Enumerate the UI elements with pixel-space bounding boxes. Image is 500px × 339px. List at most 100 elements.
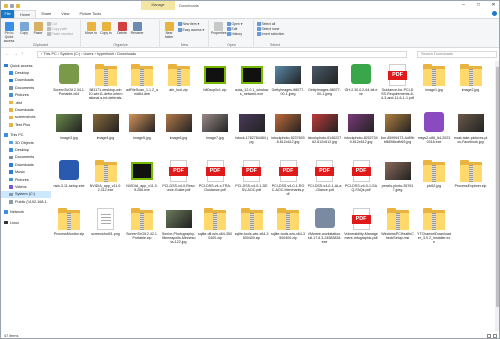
paste-button[interactable]: Paste: [31, 22, 45, 36]
nav-item[interactable]: Downloads: [1, 106, 51, 113]
vertical-scrollbar[interactable]: [495, 61, 499, 331]
properties-icon[interactable]: [10, 3, 14, 8]
nav-item[interactable]: Pictures: [1, 176, 51, 183]
file-item[interactable]: PDF PCI-DSS-v4-0-1-DESV-AOC.pdf: [235, 157, 269, 204]
file-item[interactable]: YTChannelDownloader_3.0.2_Installer.exe: [417, 205, 451, 252]
manage-context-tab[interactable]: Manage: [141, 1, 175, 10]
copy-path-button[interactable]: Copy path: [47, 27, 67, 31]
tab-picture-tools[interactable]: Picture Tools: [74, 10, 106, 18]
new-item-button[interactable]: New item ▾: [178, 22, 199, 26]
nav-item[interactable]: Quick access: [1, 62, 51, 69]
close-button[interactable]: ✕: [486, 1, 499, 10]
file-item[interactable]: image1.jpg: [417, 61, 451, 108]
file-item[interactable]: must-take-pictures-pics-Facebook.jpg: [454, 109, 488, 156]
search-input[interactable]: Search Downloads: [417, 50, 497, 58]
nav-item[interactable]: Videos: [1, 183, 51, 190]
forward-arrow-icon[interactable]: →: [13, 51, 18, 57]
nav-item[interactable]: Documents: [1, 154, 51, 161]
file-item[interactable]: VMware-workstation-full-17.6.3-24583834.…: [308, 205, 342, 252]
file-item[interactable]: PDF PCI-DSS-v4-x-TRA-Guidance.pdf: [198, 157, 232, 204]
file-item[interactable]: WindowsPCHealthCheckSetup.msi: [381, 205, 415, 252]
file-item[interactable]: image7.jpg: [198, 109, 232, 156]
move-to-button[interactable]: Move to: [84, 22, 98, 36]
history-button[interactable]: History: [227, 32, 242, 36]
easy-access-button[interactable]: Easy access ▾: [178, 28, 204, 32]
tab-file[interactable]: File: [1, 10, 14, 18]
edit-button[interactable]: Edit: [227, 27, 237, 31]
file-item[interactable]: ProcessExplorer.zip: [454, 157, 488, 204]
file-item[interactable]: 581171-desktop-win10-win11-defor-interna…: [89, 61, 123, 108]
large-icons-view-icon[interactable]: [493, 334, 497, 338]
nav-item[interactable]: Linux: [1, 219, 51, 226]
file-item[interactable]: istockphoto-614622762-612x612.jpg: [308, 109, 342, 156]
select-all-button[interactable]: Select all: [257, 22, 275, 26]
file-item[interactable]: GH-2.30.0.2-64-bit.exe: [344, 61, 378, 108]
file-item[interactable]: image4.jpg: [89, 109, 123, 156]
nav-item[interactable]: Documents: [1, 84, 51, 91]
file-item[interactable]: PDF PCI-DSS-v4-0-1-ROC-AOC-Merchants.pdf: [271, 157, 305, 204]
tab-view[interactable]: View: [56, 10, 74, 18]
details-view-icon[interactable]: [487, 334, 491, 338]
invert-selection-button[interactable]: Invert selection: [257, 32, 284, 36]
cut-button[interactable]: Cut: [47, 22, 57, 26]
file-item[interactable]: screenshot01.png: [89, 205, 123, 252]
delete-button[interactable]: Delete: [115, 22, 129, 36]
file-item[interactable]: istock-1782784484.jpg: [235, 109, 269, 156]
file-item[interactable]: ScreenToGif.2.42.1.Portable.zip: [125, 205, 159, 252]
file-item[interactable]: PDF PCI-DSS-v4-0-1-SAQ-FAQs.pdf: [344, 157, 378, 204]
file-item[interactable]: cuda_12.0.1_windows_network.exe: [235, 61, 269, 108]
copy-button[interactable]: Copy: [17, 22, 31, 36]
file-item[interactable]: afn_tool.zip: [162, 61, 196, 108]
rename-button[interactable]: Rename: [130, 22, 144, 36]
new-folder-button[interactable]: New folder: [162, 22, 176, 40]
file-item[interactable]: sqlite-tools-win-x64-3500400.zip: [235, 205, 269, 252]
new-folder-icon[interactable]: [16, 3, 20, 8]
file-item[interactable]: lion-85999473-4c89bbf6598ccfb69.jpg: [381, 109, 415, 156]
nav-item[interactable]: screenshots: [1, 114, 51, 121]
file-item[interactable]: PDF PCI-DSS-v4-0-1-At-a-Glance.pdf: [308, 157, 342, 204]
file-item[interactable]: ProcessMonitor.zip: [52, 205, 86, 252]
file-item[interactable]: PDF Guidance-for-PCI-DSS-Requirements-6-4…: [381, 61, 415, 108]
maximize-button[interactable]: □: [471, 1, 486, 10]
file-item[interactable]: msys2-x86_64-20230318.exe: [417, 109, 451, 156]
nav-item[interactable]: Downloads: [1, 77, 51, 84]
copy-to-button[interactable]: Copy to: [99, 22, 113, 36]
nav-item[interactable]: Public (\\192.168.1.: [1, 198, 51, 205]
folder-icon[interactable]: [4, 3, 8, 8]
file-item[interactable]: istockphoto-82527349-612x612.jpg: [344, 109, 378, 156]
tab-share[interactable]: Share: [36, 10, 56, 18]
nav-item[interactable]: Pictures: [1, 92, 51, 99]
nav-item[interactable]: Network: [1, 208, 51, 215]
minimize-button[interactable]: –: [456, 1, 471, 10]
nav-item[interactable]: Music: [1, 168, 51, 175]
file-item[interactable]: ScreenToGif.2.34.1.Portable.x64: [52, 61, 86, 108]
file-item[interactable]: image2.jpg: [454, 61, 488, 108]
file-item[interactable]: istockphoto-52376938-612x612.jpg: [271, 109, 305, 156]
file-item[interactable]: GettyImages-98077-00-1.jpeg: [271, 61, 305, 108]
properties-button[interactable]: Properties: [211, 22, 226, 36]
help-icon[interactable]: [492, 11, 497, 16]
open-button[interactable]: Open ▾: [227, 22, 242, 26]
file-item[interactable]: sqlite-dll-win-x64-3500400.zip: [198, 205, 232, 252]
nav-item[interactable]: System (C:): [1, 190, 51, 199]
address-bar[interactable]: › This PC › System (C:) › Users › hyperl…: [37, 50, 407, 58]
nav-item[interactable]: Desktop: [1, 69, 51, 76]
nav-item[interactable]: Test Pics: [1, 121, 51, 128]
nav-item[interactable]: 3D Objects: [1, 139, 51, 146]
file-item[interactable]: pic52.jpg: [417, 157, 451, 204]
file-item[interactable]: adFileScan_1.1.2_amd64.deb: [125, 61, 159, 108]
file-item[interactable]: GettyImages-98077-00-1.jpeg: [308, 61, 342, 108]
nav-item[interactable]: Desktop: [1, 146, 51, 153]
file-item[interactable]: Senior-Photography-Minneapolis-Minnesota…: [162, 205, 196, 252]
scrollbar-thumb[interactable]: [496, 67, 499, 307]
file-item[interactable]: sqlite-tools-win-x64-3500400.zip: [271, 205, 305, 252]
pin-quick-access-button[interactable]: Pin to Quick access: [2, 22, 16, 43]
file-item[interactable]: NVIDIA_app_v11.0.2.312.exe: [89, 157, 123, 204]
file-item[interactable]: PDF Vulnerability-Management-Infographic.…: [344, 205, 378, 252]
file-item[interactable]: NVIDIA_app_v11.0.5.266.exe: [125, 157, 159, 204]
file-item[interactable]: pexels-photo-357617.jpeg: [381, 157, 415, 204]
back-arrow-icon[interactable]: ←: [5, 51, 10, 57]
file-item[interactable]: image3.jpg: [52, 109, 86, 156]
file-item[interactable]: image5.jpg: [125, 109, 159, 156]
select-none-button[interactable]: Select none: [257, 27, 279, 31]
